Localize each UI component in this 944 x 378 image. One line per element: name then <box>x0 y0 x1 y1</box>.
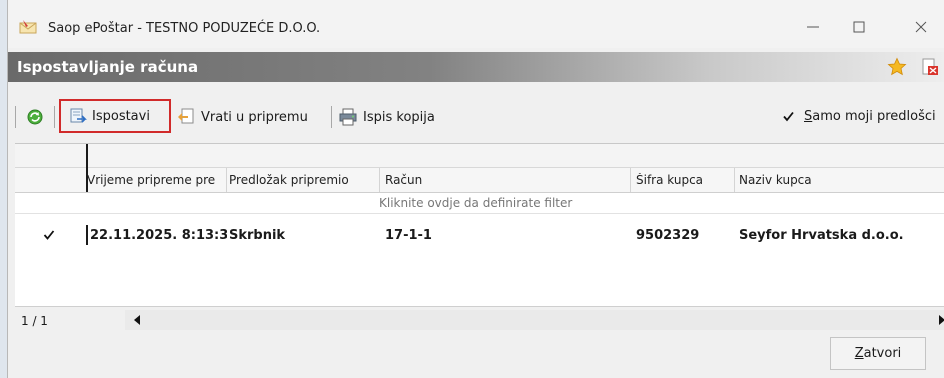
zatvori-button[interactable]: Zatvori <box>830 337 926 370</box>
scroll-right-icon[interactable] <box>938 315 944 325</box>
horizontal-scrollbar[interactable] <box>125 310 944 330</box>
vrati-label: Vrati u pripremu <box>201 109 308 125</box>
table-row[interactable]: 22.11.2025. 8:13:3 Skrbnik 17-1-1 950232… <box>15 223 944 247</box>
column-header-naziv[interactable]: Naziv kupca <box>739 173 939 187</box>
module-title: Ispostavljanje računa <box>17 58 199 76</box>
refresh-icon <box>27 109 43 125</box>
group-by-area <box>15 144 944 168</box>
zatvori-label: Zatvori <box>854 346 902 361</box>
page-indicator: 1 / 1 <box>21 314 48 328</box>
grid-header: Vrijeme pripreme pre Predložak pripremio… <box>15 168 944 193</box>
toolbar: Ispostavi Vrati u pripremu Ispis kopija … <box>8 97 944 137</box>
grid-footer: 1 / 1 <box>15 306 944 335</box>
samo-moji-predlosci-checkbox[interactable]: Samo moji predlošci <box>782 109 936 124</box>
return-document-icon <box>178 108 194 124</box>
envelope-app-icon <box>19 20 37 34</box>
ispis-kopija-button[interactable]: Ispis kopija <box>338 105 435 129</box>
printer-icon <box>339 108 357 126</box>
minimize-icon <box>807 26 819 28</box>
ispostavi-label: Ispostavi <box>92 108 150 124</box>
filter-row[interactable]: Kliknite ovdje da definirate filter <box>15 193 944 214</box>
title-bar: Saop ePoštar - TESTNO PODUZEĆE D.O.O. <box>8 0 944 48</box>
maximize-icon <box>853 21 865 33</box>
toolbar-separator <box>54 106 55 128</box>
column-separator <box>379 168 380 192</box>
column-separator <box>226 168 227 192</box>
toolbar-separator <box>15 106 16 128</box>
checkmark-icon[interactable] <box>782 110 795 123</box>
ispis-label: Ispis kopija <box>363 109 435 125</box>
favorite-star-icon[interactable] <box>887 57 907 77</box>
column-header-vrijeme[interactable]: Vrijeme pripreme pre <box>87 173 227 187</box>
window-title: Saop ePoštar - TESTNO PODUZEĆE D.O.O. <box>48 21 321 36</box>
cell-vrijeme: 22.11.2025. 8:13:3 <box>90 228 227 243</box>
column-separator <box>630 168 631 192</box>
column-separator <box>734 168 735 192</box>
column-header-racun[interactable]: Račun <box>385 173 625 187</box>
samo-moji-label: Samo moji predlošci <box>804 109 936 124</box>
filter-hint[interactable]: Kliknite ovdje da definirate filter <box>379 196 572 210</box>
main-window: Saop ePoštar - TESTNO PODUZEĆE D.O.O. Is… <box>7 0 944 378</box>
cell-naziv: Seyfor Hrvatska d.o.o. <box>739 228 904 243</box>
close-window-button[interactable] <box>906 14 936 40</box>
minimize-button[interactable] <box>798 14 828 40</box>
row-focus-marker <box>86 225 88 245</box>
column-focus-marker <box>86 144 88 192</box>
column-header-pripremio[interactable]: Predložak pripremio <box>229 173 379 187</box>
cell-pripremio: Skrbnik <box>229 228 286 243</box>
toolbar-separator <box>331 106 332 128</box>
vrati-u-pripremu-button[interactable]: Vrati u pripremu <box>176 105 308 129</box>
close-icon <box>915 21 927 33</box>
cell-sifra: 9502329 <box>636 228 700 243</box>
send-document-icon <box>70 108 87 123</box>
scroll-left-icon[interactable] <box>133 315 141 325</box>
close-module-icon[interactable] <box>920 57 940 77</box>
maximize-button[interactable] <box>844 14 874 40</box>
refresh-button[interactable] <box>24 105 51 129</box>
column-header-sifra[interactable]: Šifra kupca <box>636 173 736 187</box>
module-header: Ispostavljanje računa <box>8 52 944 82</box>
cell-racun: 17-1-1 <box>385 228 432 243</box>
row-checkmark-icon[interactable] <box>43 229 55 241</box>
invoice-grid: Vrijeme pripreme pre Predložak pripremio… <box>15 143 944 335</box>
ispostavi-button[interactable]: Ispostavi <box>59 99 171 133</box>
